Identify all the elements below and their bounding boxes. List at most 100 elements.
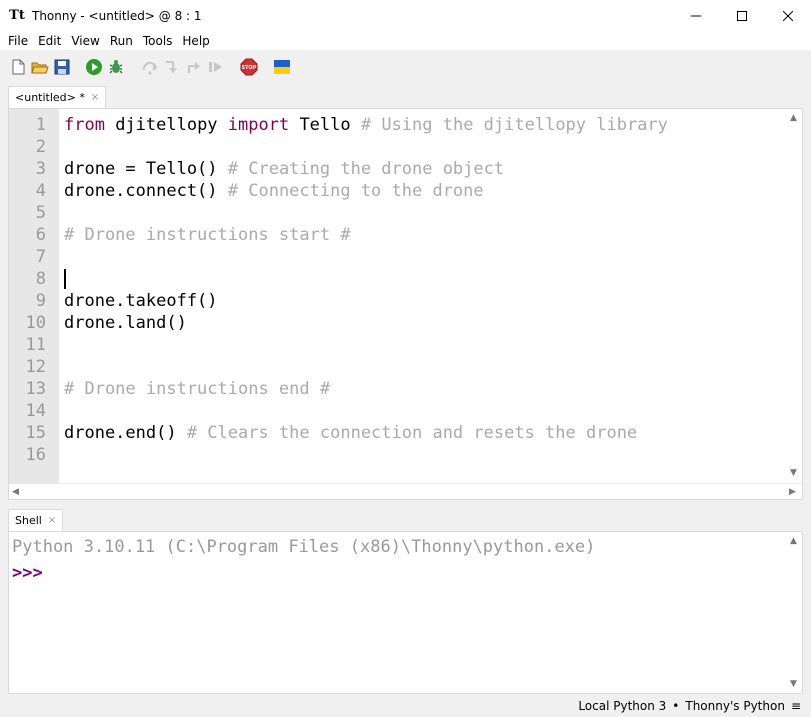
interpreter-menu-icon[interactable]: ≡ xyxy=(791,699,801,713)
status-separator: • xyxy=(672,699,680,713)
scroll-up-icon[interactable]: ▲ xyxy=(790,113,797,123)
code-text: drone = Tello() xyxy=(64,159,228,179)
code-keyword: from xyxy=(64,115,105,135)
stop-icon: STOP xyxy=(240,58,258,76)
code-editor[interactable]: 1 2 3 4 5 6 7 8 9 10 11 12 13 14 15 16 from djitellopy … xyxy=(8,108,803,500)
code-text: djitellopy xyxy=(104,115,228,135)
line-number: 7 xyxy=(35,247,46,267)
menu-file[interactable]: File xyxy=(3,32,33,50)
stop-button[interactable]: STOP xyxy=(240,58,258,76)
save-icon xyxy=(54,59,70,75)
editor-tab-untitled[interactable]: <untitled> * × xyxy=(8,86,107,108)
editor-tab-close-icon[interactable]: × xyxy=(91,92,99,103)
line-number: 14 xyxy=(25,401,46,421)
menu-help[interactable]: Help xyxy=(177,32,214,50)
support-ukraine-button[interactable] xyxy=(273,58,291,76)
shell-prompt: >>> xyxy=(12,563,43,583)
shell-tab-close-icon[interactable]: × xyxy=(48,515,56,526)
line-number-gutter: 1 2 3 4 5 6 7 8 9 10 11 12 13 14 15 16 xyxy=(9,109,59,483)
code-line: drone.land() xyxy=(64,312,187,334)
step-into-button[interactable] xyxy=(163,58,181,76)
close-icon xyxy=(783,11,793,21)
code-line: from djitellopy import Tello # Using the… xyxy=(64,114,668,136)
editor-tab-bar: <untitled> * × xyxy=(0,86,811,108)
open-file-icon xyxy=(31,62,49,74)
line-number: 15 xyxy=(25,423,46,443)
step-over-button[interactable] xyxy=(141,58,159,76)
line-number: 13 xyxy=(25,379,46,399)
debug-button[interactable] xyxy=(107,58,125,76)
scroll-left-icon[interactable]: ◀ xyxy=(12,487,19,497)
minimize-icon xyxy=(691,15,701,17)
shell-scroll-down-icon[interactable]: ▼ xyxy=(790,679,797,689)
new-file-icon xyxy=(12,59,25,75)
editor-tab-label: <untitled> * xyxy=(15,91,85,104)
line-number: 4 xyxy=(35,181,46,201)
menu-run[interactable]: Run xyxy=(105,32,138,50)
scroll-right-icon[interactable]: ▶ xyxy=(789,487,796,497)
open-file-button[interactable] xyxy=(31,58,49,76)
line-number: 12 xyxy=(25,357,46,377)
code-line: drone.takeoff() xyxy=(64,290,218,312)
menu-view[interactable]: View xyxy=(66,32,104,50)
code-line: drone.end() # Clears the connection and … xyxy=(64,422,637,444)
code-keyword: import xyxy=(227,115,290,135)
ukraine-flag-icon xyxy=(274,60,290,74)
status-bar: Local Python 3 • Thonny's Python ≡ xyxy=(0,695,811,717)
menu-edit[interactable]: Edit xyxy=(33,32,66,50)
line-number: 6 xyxy=(35,225,46,245)
thonny-app-icon: Tt xyxy=(9,8,25,23)
menu-bar: File Edit View Run Tools Help xyxy=(0,32,811,50)
code-comment: # Creating the drone object xyxy=(227,159,505,179)
step-out-button[interactable] xyxy=(185,58,203,76)
line-number: 10 xyxy=(25,313,46,333)
line-number: 16 xyxy=(25,445,46,465)
text-cursor xyxy=(64,269,66,289)
new-file-button[interactable] xyxy=(9,58,27,76)
line-number: 1 xyxy=(35,115,46,135)
code-line: # Drone instructions end # xyxy=(64,378,330,400)
maximize-icon xyxy=(737,11,747,21)
code-line: # Drone instructions start # xyxy=(64,224,351,246)
line-number: 3 xyxy=(35,159,46,179)
toolbar: STOP xyxy=(0,50,811,86)
run-icon xyxy=(86,59,102,75)
step-out-icon xyxy=(188,62,200,73)
step-into-icon xyxy=(166,61,177,73)
code-text: drone.end() xyxy=(64,423,187,443)
shell-banner: Python 3.10.11 (C:\Program Files (x86)\T… xyxy=(12,537,596,557)
code-text: Tello xyxy=(289,115,361,135)
code-line: drone = Tello() # Creating the drone obj… xyxy=(64,158,504,180)
title-bar[interactable]: Tt Thonny - <untitled> @ 8 : 1 xyxy=(0,0,811,32)
line-number: 9 xyxy=(35,291,46,311)
window-controls xyxy=(673,0,811,32)
code-line: drone.connect() # Connecting to the dron… xyxy=(64,180,484,202)
save-button[interactable] xyxy=(53,58,71,76)
shell-tab-label: Shell xyxy=(15,514,42,527)
code-comment: # Drone instructions start # xyxy=(64,225,351,245)
close-button[interactable] xyxy=(765,0,811,32)
code-text-area[interactable]: from djitellopy import Tello # Using the… xyxy=(59,109,787,483)
shell-vertical-scrollbar[interactable]: ▲ ▼ xyxy=(786,532,802,693)
scroll-down-icon[interactable]: ▼ xyxy=(790,468,797,478)
shell-tab[interactable]: Shell × xyxy=(8,509,64,531)
line-number: 8 xyxy=(35,269,46,289)
maximize-button[interactable] xyxy=(719,0,765,32)
interpreter-variant[interactable]: Thonny's Python xyxy=(685,699,785,713)
minimize-button[interactable] xyxy=(673,0,719,32)
python-shell[interactable]: Python 3.10.11 (C:\Program Files (x86)\T… xyxy=(8,531,803,694)
code-comment: # Drone instructions end # xyxy=(64,379,331,399)
editor-horizontal-scrollbar[interactable]: ◀ ▶ xyxy=(9,483,802,499)
shell-scroll-up-icon[interactable]: ▲ xyxy=(790,536,797,546)
editor-vertical-scrollbar[interactable]: ▲ ▼ xyxy=(786,109,802,483)
line-number: 5 xyxy=(35,203,46,223)
resume-button[interactable] xyxy=(207,58,225,76)
stop-icon-label: STOP xyxy=(242,65,257,71)
step-over-icon xyxy=(142,61,157,75)
run-button[interactable] xyxy=(85,58,103,76)
code-comment: # Using the djitellopy library xyxy=(360,115,668,135)
code-comment: # Clears the connection and resets the d… xyxy=(186,423,638,443)
code-comment: # Connecting to the drone xyxy=(227,181,484,201)
interpreter-status[interactable]: Local Python 3 xyxy=(578,699,666,713)
menu-tools[interactable]: Tools xyxy=(138,32,178,50)
